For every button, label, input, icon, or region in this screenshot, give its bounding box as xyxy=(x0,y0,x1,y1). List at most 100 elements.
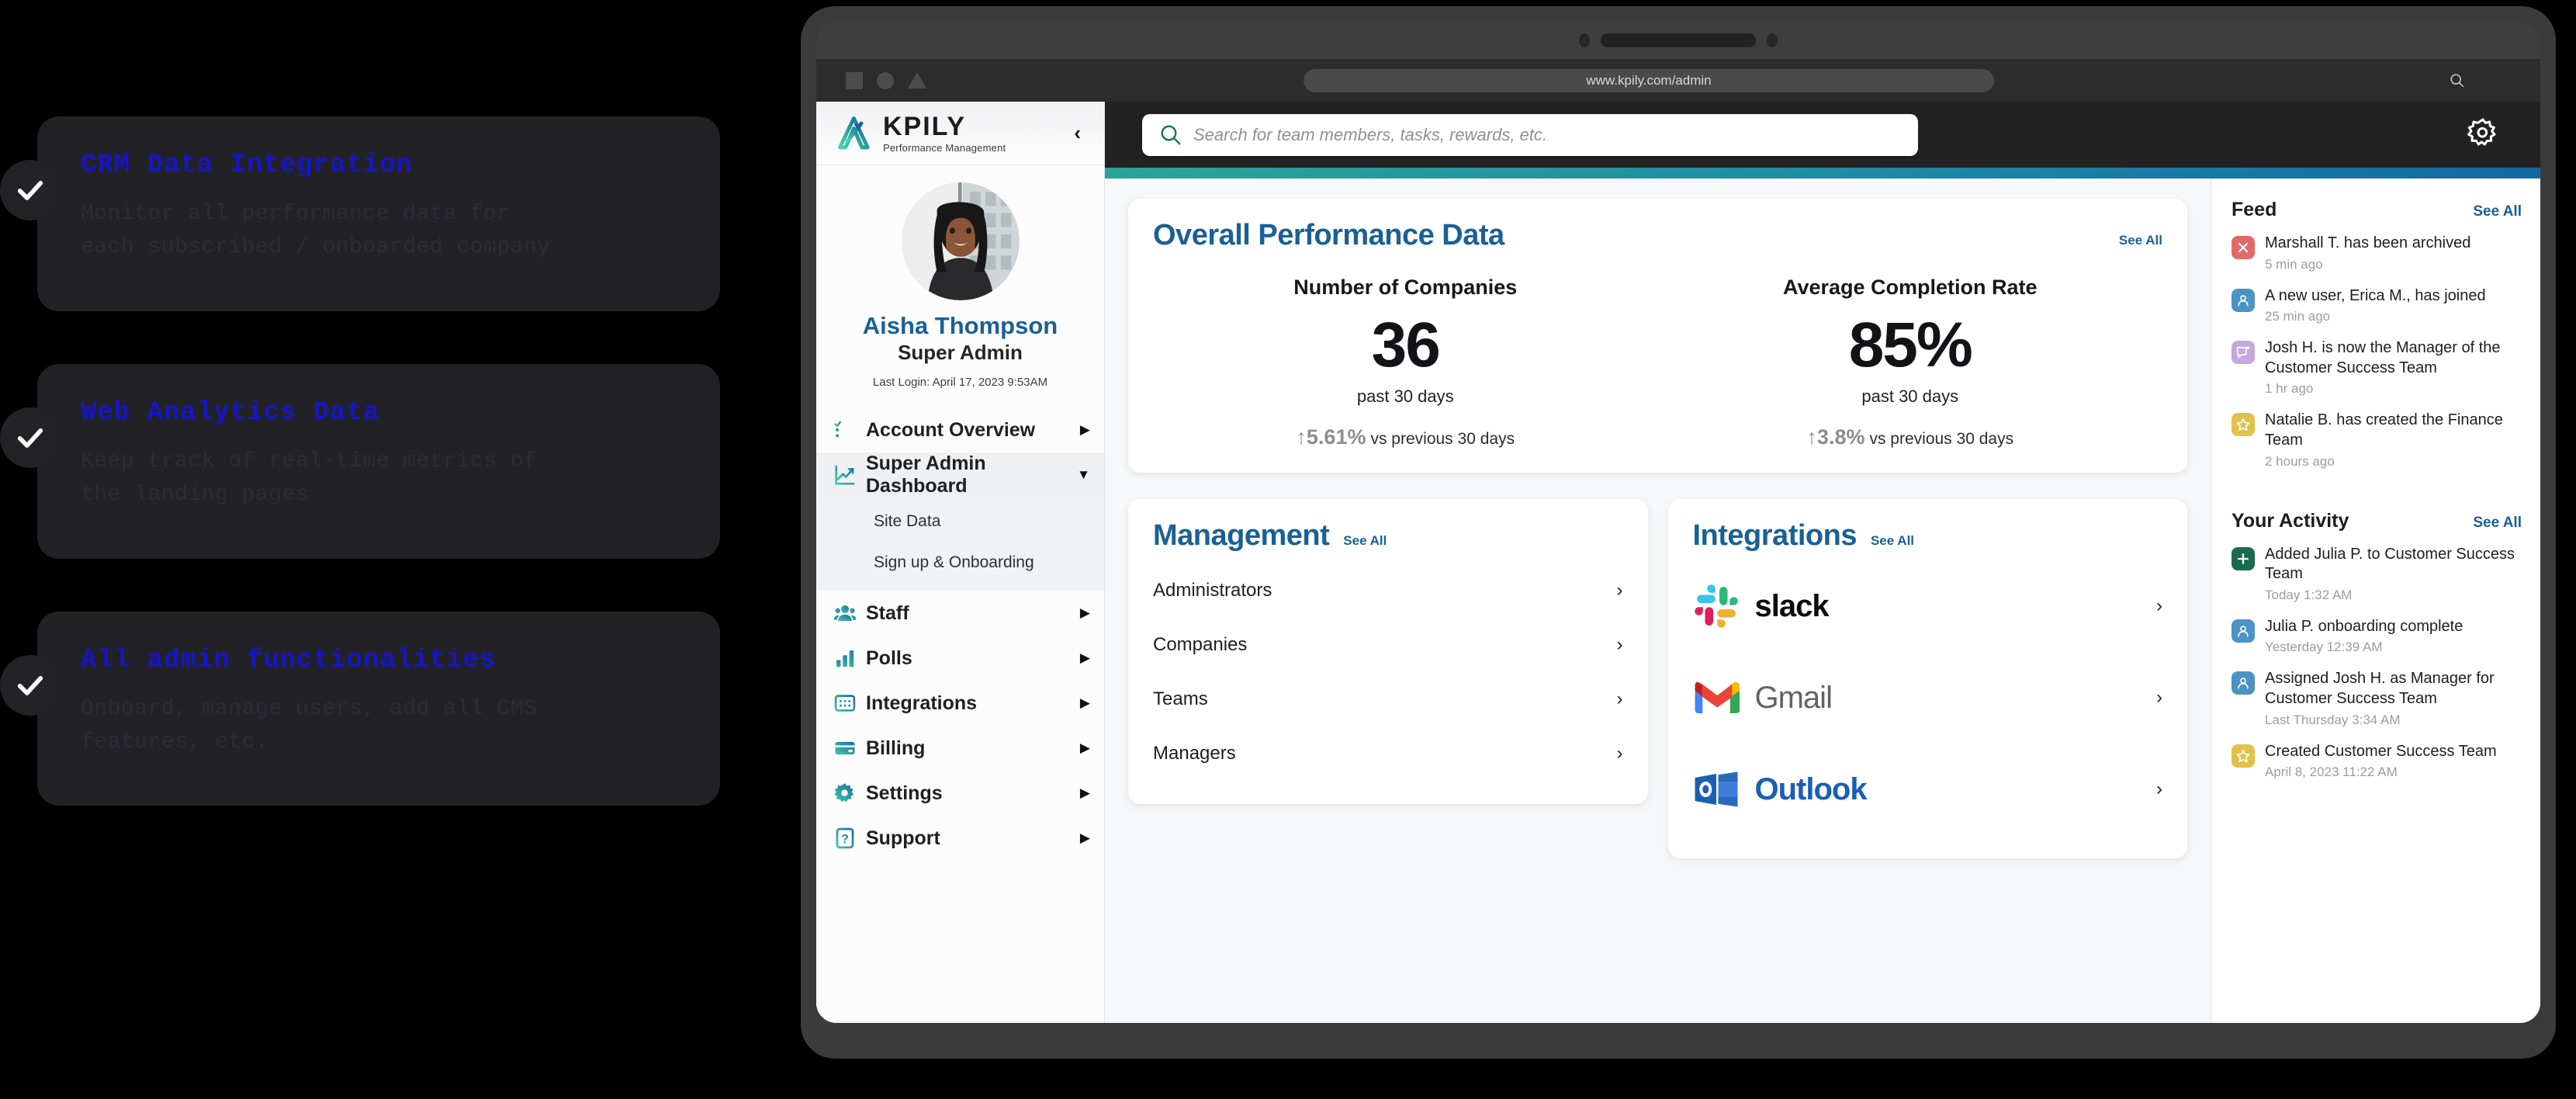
chevron-right-icon: › xyxy=(2156,595,2162,617)
kpi-number-of-companies: Number of Companies 36 past 30 days ↑5.6… xyxy=(1153,276,1658,449)
check-icon xyxy=(17,428,43,448)
kpi-delta-value: ↑3.8% xyxy=(1806,425,1865,449)
feed-item-text: Josh H. is now the Manager of the Custom… xyxy=(2265,339,2501,376)
avatar-photo xyxy=(901,182,1020,300)
sidebar-collapse-chevron-left-icon[interactable]: ‹ xyxy=(1068,121,1087,145)
activity-item-body: Created Customer Success Team April 8, 2… xyxy=(2265,742,2522,781)
list-item[interactable]: Administrators › xyxy=(1153,563,1623,618)
user-icon xyxy=(2231,671,2255,695)
activity-item-body: Assigned Josh H. as Manager for Customer… xyxy=(2265,669,2522,727)
list-item[interactable]: Managers › xyxy=(1153,726,1623,781)
list-item[interactable]: slack › xyxy=(1693,560,2162,652)
chevron-right-icon: ▶ xyxy=(1079,650,1090,666)
svg-text:?: ? xyxy=(841,832,849,846)
feed-item-time: 2 hours ago xyxy=(2265,453,2335,469)
sidebar-item-polls[interactable]: Polls ▶ xyxy=(816,636,1104,681)
profile-role: Super Admin xyxy=(898,341,1023,365)
feature-title: Web Analytics Data xyxy=(81,397,380,428)
content-row: Overall Performance Data See All Number … xyxy=(1105,179,2540,1023)
search-input[interactable]: Search for team members, tasks, rewards,… xyxy=(1142,113,1918,156)
sidebar-item-staff[interactable]: Staff ▶ xyxy=(816,591,1104,636)
integration-label: Gmail xyxy=(1754,680,1833,715)
settings-button[interactable] xyxy=(2467,117,2498,152)
activity-item[interactable]: Assigned Josh H. as Manager for Customer… xyxy=(2231,669,2522,727)
page-title: Overall Performance Data xyxy=(1153,219,1504,251)
sidebar-item-billing[interactable]: Billing ▶ xyxy=(816,726,1104,771)
activity-item-text: Added Julia P. to Customer Success Team xyxy=(2265,545,2515,583)
sidebar-item-super-admin-dashboard[interactable]: Super Admin Dashboard ▼ xyxy=(816,452,1104,498)
feed-item-time: 5 min ago xyxy=(2265,256,2323,272)
activity-title: Your Activity xyxy=(2231,509,2349,532)
list-item[interactable]: Gmail › xyxy=(1693,652,2162,744)
kpily-logo-icon xyxy=(838,116,870,149)
see-all-integrations-link[interactable]: See All xyxy=(1871,533,1914,549)
rail-divider-space xyxy=(2231,484,2522,510)
kpi-group: Number of Companies 36 past 30 days ↑5.6… xyxy=(1153,276,2162,449)
feed-item[interactable]: Marshall T. has been archived 5 min ago xyxy=(2231,234,2522,272)
brand-text-block: KPILY Performance Management xyxy=(883,113,1068,154)
sidebar-subitem-site-data[interactable]: Site Data xyxy=(816,501,1104,542)
window-controls[interactable] xyxy=(846,71,926,89)
see-all-activity-link[interactable]: See All xyxy=(2473,515,2522,532)
activity-item-body: Added Julia P. to Customer Success Team … xyxy=(2265,545,2522,603)
activity-item-text: Created Customer Success Team xyxy=(2265,742,2497,760)
sidebar-item-account-overview[interactable]: Account Overview ▶ xyxy=(816,407,1104,452)
avatar xyxy=(901,182,1020,300)
record-circle-icon[interactable] xyxy=(877,71,894,89)
feed-item[interactable]: Josh H. is now the Manager of the Custom… xyxy=(2231,338,2522,397)
activity-item-body: Julia P. onboarding complete Yesterday 1… xyxy=(2265,617,2522,656)
list-item[interactable]: Companies › xyxy=(1153,618,1623,672)
sidebar-item-settings[interactable]: Settings ▶ xyxy=(816,771,1104,816)
activity-item[interactable]: Added Julia P. to Customer Success Team … xyxy=(2231,545,2522,603)
feed-item-text: Marshall T. has been archived xyxy=(2265,234,2471,251)
sidebar: KPILY Performance Management ‹ Aisha Tho… xyxy=(816,102,1105,1023)
chevron-right-icon: › xyxy=(1616,580,1623,602)
feature-description: Onboard, manage users, add all CMS featu… xyxy=(81,696,538,754)
question-icon: ? xyxy=(836,827,854,849)
browser-search-icon[interactable] xyxy=(2449,72,2466,89)
kpi-label: Number of Companies xyxy=(1293,276,1518,299)
chevron-right-icon: ▶ xyxy=(1079,740,1090,756)
integration-label: Outlook xyxy=(1754,771,1868,806)
list-item[interactable]: Teams › xyxy=(1153,672,1623,726)
slack-logo xyxy=(1694,584,1738,628)
feed-item-body: Josh H. is now the Manager of the Custom… xyxy=(2265,338,2522,397)
speaker-grill xyxy=(1601,33,1756,47)
outlook-logo xyxy=(1695,771,1737,807)
feature-description: Keep track of real-time metrics of the l… xyxy=(81,449,538,508)
sidebar-nav: Account Overview ▶ Super Admin Dashboard xyxy=(816,407,1104,861)
chevron-right-icon: ▶ xyxy=(1079,785,1090,801)
feed-item[interactable]: A new user, Erica M., has joined 25 min … xyxy=(2231,286,2522,325)
brand-tagline: Performance Management xyxy=(883,141,1006,154)
feed-item-text: Natalie B. has created the Finance Team xyxy=(2265,411,2503,449)
sidebar-subitem-signup-onboarding[interactable]: Sign up & Onboarding xyxy=(816,542,1104,583)
kpi-period: past 30 days xyxy=(1356,387,1454,407)
url-bar[interactable]: www.kpily.com/admin xyxy=(1304,68,1994,92)
see-all-management-link[interactable]: See All xyxy=(1343,533,1387,549)
url-text: www.kpily.com/admin xyxy=(1586,72,1712,88)
overall-performance-card: Overall Performance Data See All Number … xyxy=(1128,199,2187,473)
play-triangle-icon[interactable] xyxy=(908,72,926,88)
activity-header: Your Activity See All xyxy=(2231,510,2522,532)
feed-item-body: Natalie B. has created the Finance Team … xyxy=(2265,411,2522,469)
chevron-right-icon: › xyxy=(1616,743,1623,764)
kpi-average-completion-rate: Average Completion Rate 85% past 30 days… xyxy=(1658,276,2163,449)
feed-item[interactable]: Natalie B. has created the Finance Team … xyxy=(2231,411,2522,469)
dashboard-column: Overall Performance Data See All Number … xyxy=(1105,179,2211,1023)
stop-square-icon[interactable] xyxy=(846,71,863,89)
list-item[interactable]: Outlook › xyxy=(1693,744,2162,835)
chevron-right-icon: ▶ xyxy=(1079,605,1090,621)
see-all-feed-link[interactable]: See All xyxy=(2473,203,2522,220)
sidebar-item-label: Billing xyxy=(866,737,926,759)
people-icon xyxy=(833,605,857,622)
feed-item-body: Marshall T. has been archived 5 min ago xyxy=(2265,234,2522,272)
activity-item[interactable]: Created Customer Success Team April 8, 2… xyxy=(2231,742,2522,781)
feature-card: CRM Data Integration Monitor all perform… xyxy=(0,116,720,311)
activity-item[interactable]: Julia P. onboarding complete Yesterday 1… xyxy=(2231,617,2522,656)
feed-item-time: 1 hr ago xyxy=(2265,381,2314,397)
see-all-performance-link[interactable]: See All xyxy=(2119,233,2162,248)
sidebar-item-support[interactable]: ? Support ▶ xyxy=(816,816,1104,861)
list-item-label: Companies xyxy=(1153,634,1248,656)
star-icon xyxy=(2231,744,2255,768)
sidebar-item-integrations[interactable]: Integrations ▶ xyxy=(816,681,1104,726)
